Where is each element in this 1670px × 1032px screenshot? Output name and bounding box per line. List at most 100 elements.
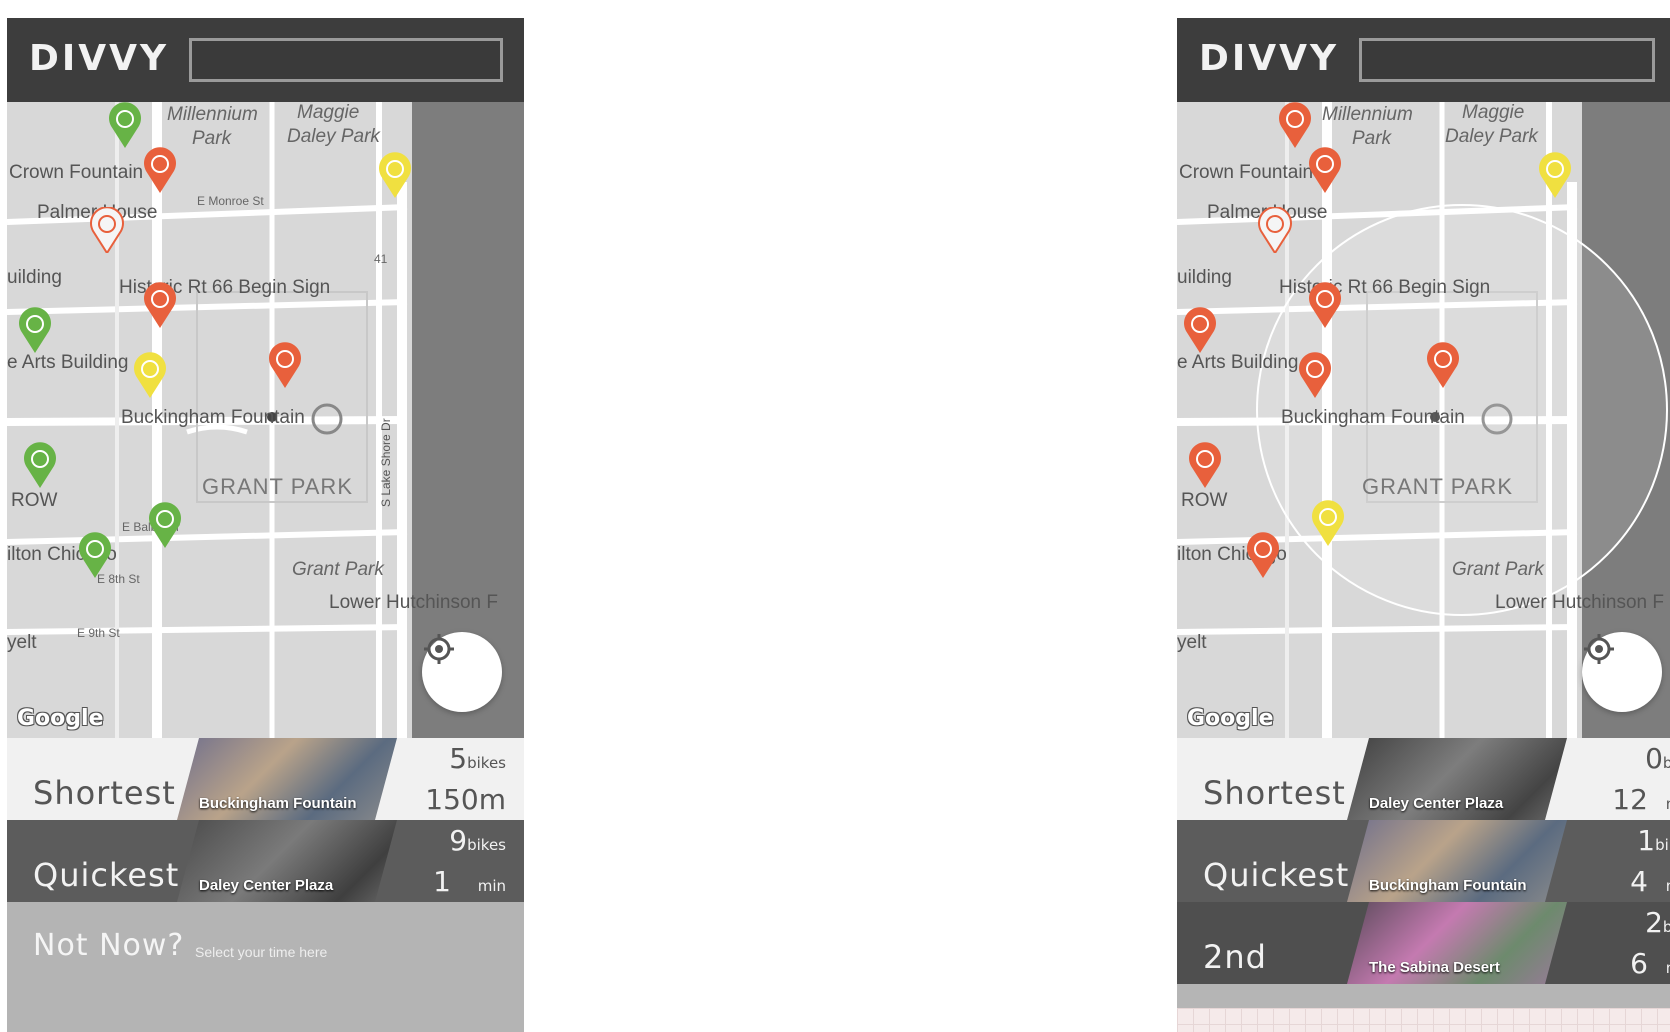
route-time: 6 min — [1630, 947, 1670, 980]
bike-count-value: 5 — [449, 742, 468, 775]
bike-count-unit: bike — [1662, 754, 1670, 772]
route-option-quickest[interactable]: Quickest Daley Center Plaza 9bikes 1 min — [7, 820, 524, 902]
map-label: ROW — [1181, 490, 1228, 511]
bike-count-value: 1 — [1637, 824, 1656, 857]
bike-station-pin-red[interactable] — [1277, 102, 1313, 148]
google-logo: Google — [17, 706, 104, 731]
map-label: Lower Hutchinson F — [329, 592, 498, 613]
bike-station-pin-yellow[interactable] — [1310, 500, 1346, 546]
bike-count-unit: bikes — [467, 754, 506, 772]
bike-station-pin-green[interactable] — [22, 442, 58, 488]
bike-count-unit: bikes — [1655, 836, 1670, 854]
route-value: 150m — [425, 783, 506, 816]
route-option-quickest[interactable]: Quickest Buckingham Fountain 1bikes 4 mi… — [1177, 820, 1670, 902]
station-name: Daley Center Plaza — [1369, 795, 1504, 812]
route-value: 6 — [1630, 947, 1648, 980]
bike-station-pin-green[interactable] — [107, 102, 143, 148]
bike-station-pin-red[interactable] — [142, 147, 178, 193]
my-location-button[interactable] — [1582, 632, 1662, 712]
bike-station-pin-white[interactable] — [1257, 207, 1293, 253]
station-name: Buckingham Fountain — [1369, 877, 1527, 894]
app-header: DIVVY — [7, 18, 524, 102]
station-name: Buckingham Fountain — [199, 795, 357, 812]
map-label: yelt — [7, 632, 37, 653]
station-photo: Daley Center Plaza — [177, 820, 397, 902]
map-label: Daley Park — [287, 126, 380, 147]
route-value: 12 — [1612, 783, 1648, 816]
bike-station-pin-green[interactable] — [147, 502, 183, 548]
map-label: e Arts Building — [7, 352, 129, 373]
station-photo: Buckingham Fountain — [1347, 820, 1567, 902]
route-time: 12 min — [1612, 783, 1670, 816]
right-phone-screen: DIVVY Millennium Park Maggie Daley Park … — [1177, 18, 1670, 1032]
select-time-link[interactable]: Select your time here — [195, 944, 327, 960]
map-label: uilding — [7, 267, 62, 288]
route-unit: min — [1666, 877, 1670, 895]
divvy-logo: DIVVY — [1199, 38, 1340, 79]
grid-footer — [1177, 1008, 1670, 1032]
map-label: ROW — [11, 490, 58, 511]
map-label: Buckingham Fountain — [1281, 407, 1465, 428]
bike-station-pin-white[interactable] — [89, 207, 125, 253]
map-view[interactable]: Millennium Park Maggie Daley Park Crown … — [1177, 102, 1670, 738]
route-unit: min — [477, 877, 506, 895]
bike-station-pin-yellow[interactable] — [377, 152, 413, 198]
map-label: yelt — [1177, 632, 1207, 653]
map-label: Maggie — [1462, 102, 1525, 123]
map-label: Crown Fountain — [9, 162, 144, 183]
map-label: e Arts Building — [1177, 352, 1299, 373]
bike-count: 5bikes — [449, 742, 506, 775]
not-now-panel[interactable]: Not Now? Select your time here — [7, 902, 524, 1032]
map-label: Millennium — [1322, 104, 1413, 125]
my-location-button[interactable] — [422, 632, 502, 712]
station-photo: Daley Center Plaza — [1347, 738, 1567, 820]
bike-station-pin-red[interactable] — [1307, 147, 1343, 193]
map-label: Maggie — [297, 102, 360, 123]
route-unit: min — [1666, 795, 1670, 813]
route-option-shortest[interactable]: Shortest Daley Center Plaza 0bike 12 min — [1177, 738, 1670, 820]
map-label: GRANT PARK — [202, 474, 353, 499]
map-label: Grant Park — [292, 559, 384, 580]
bike-station-pin-green[interactable] — [17, 307, 53, 353]
bike-station-pin-red[interactable] — [1187, 442, 1223, 488]
route-time: 4 min — [1630, 865, 1670, 898]
google-logo: Google — [1187, 706, 1274, 731]
bike-count: 2bike — [1645, 906, 1670, 939]
bike-count: 1bikes — [1637, 824, 1670, 857]
bike-count: 0bike — [1645, 742, 1670, 775]
left-phone-screen: DIVVY Millennium Park Maggie Daley Park … — [7, 18, 524, 1032]
bike-count-unit: bike — [1662, 918, 1670, 936]
search-input[interactable] — [1359, 38, 1655, 82]
map-label: uilding — [1177, 267, 1232, 288]
map-label: Park — [192, 128, 232, 149]
not-now-title: Not Now? — [33, 928, 185, 963]
route-label: Shortest — [33, 774, 176, 812]
bike-station-pin-red[interactable] — [1182, 307, 1218, 353]
bike-station-pin-red[interactable] — [267, 342, 303, 388]
bike-station-pin-red[interactable] — [1307, 282, 1343, 328]
route-label: Shortest — [1203, 774, 1346, 812]
map-view[interactable]: Millennium Park Maggie Daley Park Crown … — [7, 102, 524, 738]
bike-station-pin-red[interactable] — [142, 282, 178, 328]
route-label: Quickest — [1203, 856, 1350, 894]
bike-station-pin-red[interactable] — [1297, 352, 1333, 398]
crosshair-icon — [1584, 634, 1614, 664]
station-name: Daley Center Plaza — [199, 877, 334, 894]
bike-count-unit: bikes — [467, 836, 506, 854]
route-option-2nd[interactable]: 2nd The Sabina Desert 2bike 6 min — [1177, 902, 1670, 984]
map-label: Buckingham Fountain — [121, 407, 305, 428]
map-label: Lower Hutchinson F — [1495, 592, 1664, 613]
station-photo: Buckingham Fountain — [177, 738, 397, 820]
station-photo: The Sabina Desert — [1347, 902, 1567, 984]
station-name: The Sabina Desert — [1369, 959, 1500, 976]
bike-count: 9bikes — [449, 824, 506, 857]
bike-station-pin-green[interactable] — [77, 532, 113, 578]
route-label: 2nd — [1203, 938, 1267, 976]
bike-station-pin-yellow[interactable] — [132, 352, 168, 398]
bike-station-pin-red[interactable] — [1245, 532, 1281, 578]
search-input[interactable] — [189, 38, 503, 82]
bike-station-pin-red[interactable] — [1425, 342, 1461, 388]
map-label: Millennium — [167, 104, 258, 125]
bike-station-pin-yellow[interactable] — [1537, 152, 1573, 198]
route-option-shortest[interactable]: Shortest Buckingham Fountain 5bikes 150m — [7, 738, 524, 820]
